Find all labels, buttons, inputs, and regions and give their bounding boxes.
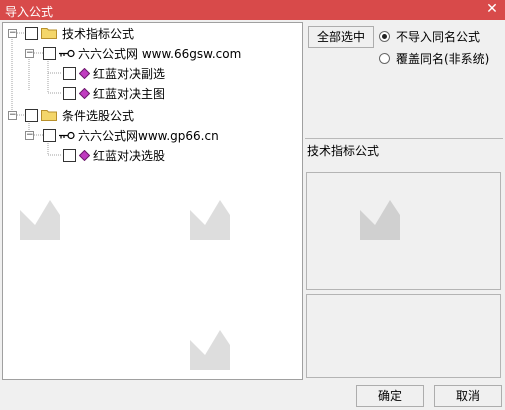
radio-label: 不导入同名公式 [396,30,481,44]
ok-button[interactable]: 确定 [356,385,424,407]
checkbox[interactable] [63,148,76,162]
radio-skip-duplicates[interactable]: 不导入同名公式 [379,28,480,45]
checkbox[interactable] [43,46,56,60]
expand-toggle-icon[interactable]: − [8,29,17,38]
formula-detail-pane [306,294,501,378]
checkbox[interactable] [25,26,38,40]
expand-toggle-icon[interactable]: − [25,49,34,58]
select-all-button[interactable]: 全部选中 [308,26,374,48]
tree-node-fuxuan[interactable]: 红蓝对决副选 [63,64,165,82]
expand-toggle-icon[interactable]: − [25,131,34,140]
tree-node-label: 六六公式网 www.66gsw.com [78,46,242,61]
formula-diamond-icon [79,149,90,161]
checkbox[interactable] [63,86,76,100]
radio-overwrite-duplicates[interactable]: 覆盖同名(非系统) [379,50,489,67]
tree-node-66gsw[interactable]: 六六公式网 www.66gsw.com [43,44,241,62]
tree-node-technical[interactable]: 技术指标公式 [25,24,134,42]
tree-node-label: 红蓝对决主图 [93,86,166,101]
tree-node-stock-selection[interactable]: 条件选股公式 [25,106,134,124]
formula-diamond-icon [79,67,90,79]
radio-dot[interactable] [379,53,390,64]
folder-icon [41,28,57,39]
formula-description-pane [306,172,501,290]
folder-icon [41,110,57,121]
options-panel: 全部选中 不导入同名公式 覆盖同名(非系统) 技术指标公式 [305,22,503,380]
tree-node-label: 技术指标公式 [62,26,135,41]
tree-node-xuangu[interactable]: 红蓝对决选股 [63,146,165,164]
tree-node-gp66[interactable]: 六六公式网www.gp66.cn [43,126,219,144]
divider [305,138,503,139]
cancel-button[interactable]: 取消 [434,385,502,407]
window-title: 导入公式 [5,5,54,19]
checkbox[interactable] [43,128,56,142]
radio-label: 覆盖同名(非系统) [396,52,490,66]
close-icon[interactable]: ✕ [484,1,500,17]
key-link-icon [59,131,75,139]
key-link-icon [59,49,75,57]
checkbox[interactable] [63,66,76,80]
tree-node-label: 条件选股公式 [62,108,135,123]
expand-toggle-icon[interactable]: − [8,111,17,120]
tree-node-label: 红蓝对决副选 [93,66,166,81]
radio-dot[interactable] [379,31,390,42]
checkbox[interactable] [25,108,38,122]
title-bar: 导入公式 ✕ [0,0,505,20]
tree-node-label: 六六公式网www.gp66.cn [78,128,219,143]
tree-node-zhutu[interactable]: 红蓝对决主图 [63,84,165,102]
formula-category-label: 技术指标公式 [307,144,380,158]
tree-node-label: 红蓝对决选股 [93,148,166,163]
formula-diamond-icon [79,87,90,99]
formula-tree[interactable]: − 技术指标公式 − 六六公式网 www.66gsw.com 红蓝对决副选 红蓝… [2,22,303,380]
